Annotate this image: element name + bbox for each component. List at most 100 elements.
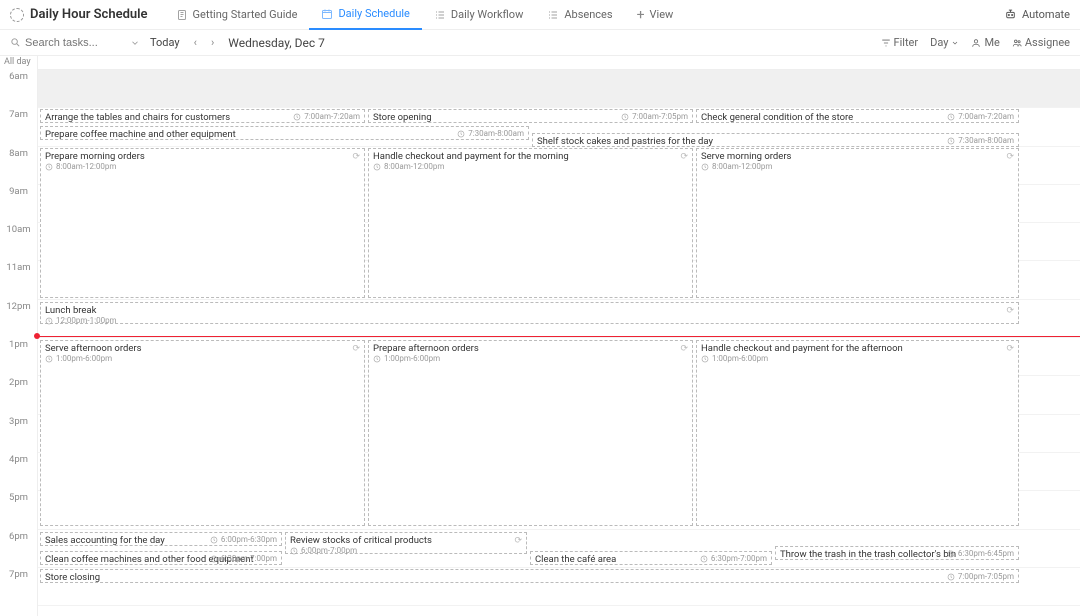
event-time: 7:00am-7:05pm [621,112,688,121]
recurring-icon: ⟳ [352,344,360,354]
tab-daily-workflow[interactable]: Daily Workflow [422,0,535,30]
filter-button[interactable]: Filter [881,36,919,49]
search-input[interactable] [25,37,115,49]
tab-daily-schedule[interactable]: Daily Schedule [309,0,421,30]
calendar-event[interactable]: Handle checkout and payment for the afte… [696,340,1019,526]
hour-row [38,70,1080,108]
event-time: 7:00pm-7:05pm [947,572,1014,581]
event-time: 8:00am-12:00pm [373,162,688,171]
calendar-event[interactable]: Store opening7:00am-7:05pm [368,109,693,123]
me-label: Me [984,36,999,49]
assignee-button[interactable]: Assignee [1012,36,1070,49]
recurring-icon: ⟳ [514,536,522,546]
time-column: All day 6am7am8am9am10am11am12pm1pm2pm3p… [0,56,38,616]
page-title: Daily Hour Schedule [30,7,148,22]
search-container [10,37,140,49]
event-time: 6:30pm-7:00pm [700,554,767,563]
calendar-event[interactable]: Check general condition of the store7:00… [696,109,1019,123]
event-time: 8:00am-12:00pm [45,162,360,171]
doc-icon [176,9,188,21]
event-title: Serve morning orders [701,151,1014,162]
event-title: Handle checkout and payment for the morn… [373,151,688,162]
calendar-icon [321,8,333,20]
date-nav: ‹ › [190,34,219,51]
calendar-event[interactable]: Throw the trash in the trash collector's… [775,546,1019,560]
recurring-icon: ⟳ [1006,306,1014,316]
calendar-event[interactable]: Arrange the tables and chairs for custom… [40,109,365,123]
next-day-button[interactable]: › [207,34,218,51]
calendar-event[interactable]: Serve afternoon orders1:00pm-6:00pm⟳ [40,340,365,526]
search-icon [10,37,21,48]
event-title: Handle checkout and payment for the afte… [701,343,1014,354]
recurring-icon: ⟳ [1006,152,1014,162]
calendar-event[interactable]: Handle checkout and payment for the morn… [368,148,693,298]
tab-label: Getting Started Guide [193,8,298,21]
event-time: 6:00pm-6:30pm [210,535,277,544]
hour-label: 10am [0,223,37,261]
automate-button[interactable]: Automate [1004,8,1070,21]
recurring-icon: ⟳ [1006,344,1014,354]
recurring-icon: ⟳ [680,344,688,354]
prev-day-button[interactable]: ‹ [190,34,201,51]
chevron-down-icon[interactable] [130,38,140,48]
hour-label: 7pm [0,568,37,606]
hour-label: 6pm [0,530,37,568]
calendar-event[interactable]: Prepare morning orders8:00am-12:00pm⟳ [40,148,365,298]
calendar-event[interactable]: Lunch break12:00pm-1:00pm⟳ [40,302,1019,324]
allday-label: All day [0,56,37,70]
hour-label: 9am [0,185,37,223]
event-title: Review stocks of critical products [290,535,522,546]
allday-row [38,56,1080,70]
automate-label: Automate [1022,8,1070,21]
event-time: 8:00am-12:00pm [701,162,1014,171]
event-title: Store closing [45,572,100,583]
tab-absences[interactable]: Absences [535,0,624,30]
list-icon [547,9,559,21]
calendar-grid[interactable]: Arrange the tables and chairs for custom… [38,56,1080,616]
calendar-event[interactable]: Clean the café area6:30pm-7:00pm [530,551,772,565]
event-time: 6:00pm-7:00pm [290,546,522,555]
hour-label: 7am [0,108,37,146]
me-button[interactable]: Me [971,36,999,49]
current-time-indicator [38,336,1080,337]
hour-label: 2pm [0,376,37,414]
calendar: All day 6am7am8am9am10am11am12pm1pm2pm3p… [0,56,1080,616]
event-time: 7:00am-7:20am [947,112,1014,121]
event-time: 7:00am-7:20am [293,112,360,121]
tab-getting-started[interactable]: Getting Started Guide [164,0,310,30]
robot-icon [1004,8,1017,21]
event-title: Prepare coffee machine and other equipme… [45,129,236,140]
event-title: Shelf stock cakes and pastries for the d… [537,136,713,147]
chevron-down-icon [951,39,959,47]
calendar-event[interactable]: Review stocks of critical products6:00pm… [285,532,527,554]
calendar-event[interactable]: Prepare coffee machine and other equipme… [40,126,529,140]
app-icon [10,8,24,22]
calendar-event[interactable]: Shelf stock cakes and pastries for the d… [532,133,1019,147]
hour-label: 5pm [0,491,37,529]
add-view-label: View [650,8,674,21]
filter-label: Filter [894,36,919,49]
view-controls: Filter Day Me Assignee [881,36,1070,49]
add-view-button[interactable]: + View [625,0,686,30]
calendar-event[interactable]: Sales accounting for the day6:00pm-6:30p… [40,532,282,546]
calendar-event[interactable]: Store closing 7:00pm-7:05pm [40,569,1019,583]
assignee-label: Assignee [1025,36,1070,49]
day-label: Day [930,36,948,49]
plus-icon: + [637,7,645,23]
event-time: 6:30pm-7:00pm [210,554,277,563]
today-button[interactable]: Today [150,36,180,49]
view-mode-dropdown[interactable]: Day [930,36,959,49]
calendar-event[interactable]: Clean coffee machines and other food equ… [40,551,282,565]
recurring-icon: ⟳ [680,152,688,162]
recurring-icon: ⟳ [352,152,360,162]
current-date: Wednesday, Dec 7 [228,36,325,50]
hour-label: 1pm [0,338,37,376]
event-title: Arrange the tables and chairs for custom… [45,112,230,123]
tab-label: Daily Schedule [338,7,409,20]
calendar-event[interactable]: Serve morning orders8:00am-12:00pm⟳ [696,148,1019,298]
event-title: Lunch break [45,305,1014,316]
event-time: 6:30pm-6:45pm [947,549,1014,558]
event-title: Throw the trash in the trash collector's… [780,549,956,560]
tab-label: Absences [564,8,612,21]
calendar-event[interactable]: Prepare afternoon orders1:00pm-6:00pm⟳ [368,340,693,526]
